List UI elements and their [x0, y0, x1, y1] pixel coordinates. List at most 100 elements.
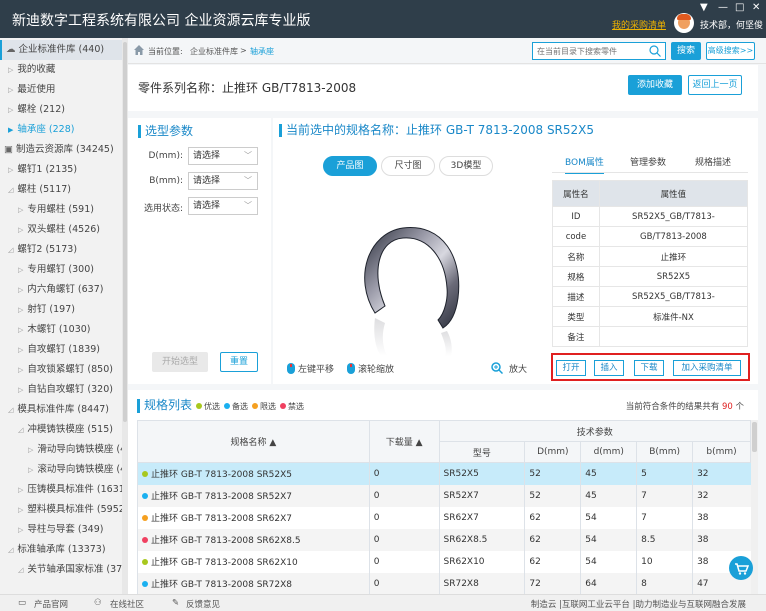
expand-icon[interactable]: ▷ [8, 60, 13, 80]
expand-icon[interactable]: ▷ [18, 380, 23, 400]
sidebar-item[interactable]: ▷ 压铸模具标准件 (1631 [0, 480, 122, 500]
purchase-list-link[interactable]: 我的采购清单 [612, 18, 666, 31]
sidebar-item[interactable]: ◿ 模具标准件库 (8447) [0, 400, 109, 420]
table-row[interactable]: 止推环 GB-T 7813-2008 SR62X7 0 SR62X7 62 54 7 38 [137, 506, 751, 529]
sidebar-item[interactable]: ▷ 双头螺柱 (4526) [0, 220, 100, 240]
table-row[interactable]: 止推环 GB-T 7813-2008 SR62X8.5 0 SR62X8.5 62 54… [137, 528, 751, 551]
expand-icon[interactable]: ▷ [28, 460, 33, 480]
tab-dimension-drawing[interactable]: 尺寸图 [381, 156, 435, 176]
sidebar-item[interactable]: ◿ 螺柱 (5117) [0, 180, 71, 200]
sidebar-item[interactable]: ▷ 我的收藏 [0, 60, 55, 80]
add-favorite-button[interactable]: 添加收藏 [628, 75, 682, 95]
tab-management-params[interactable]: 管理参数 [630, 155, 666, 168]
expand-icon[interactable]: ▷ [18, 340, 23, 360]
breadcrumb-root[interactable]: 企业标准件库 [190, 46, 238, 57]
feedback-link[interactable]: 反馈意见 [186, 598, 220, 610]
download-button[interactable]: 下载 [634, 360, 664, 376]
search-icon[interactable] [649, 45, 661, 57]
avatar[interactable] [674, 13, 694, 33]
close-icon[interactable]: ✕ [752, 2, 760, 13]
sidebar-item[interactable]: ▷ 自攻锁紧螺钉 (850) [0, 360, 113, 380]
community-link[interactable]: 在线社区 [110, 598, 144, 610]
username[interactable]: 技术部，何坚俊 [700, 18, 763, 31]
table-row[interactable]: 止推环 GB-T 7813-2008 SR72X8 0 SR72X8 72 64 8 47 [137, 572, 751, 595]
sidebar-item[interactable]: ▷ 自攻螺钉 (1839) [0, 340, 100, 360]
column-header-downloads[interactable]: 下载量 ▲ [368, 420, 440, 463]
sidebar-item[interactable]: ▷ 塑料模具标准件 (5952 [0, 500, 122, 520]
expand-icon[interactable]: ◿ [8, 400, 13, 420]
expand-icon[interactable]: ▷ [8, 100, 13, 120]
sidebar-item[interactable]: ▷ 螺钉1 (2135) [0, 160, 77, 180]
expand-icon[interactable]: ▷ [8, 160, 13, 180]
product-image[interactable] [343, 198, 493, 358]
search-input[interactable] [533, 43, 643, 59]
sidebar-item[interactable]: ▷ 螺栓 (212) [0, 100, 65, 120]
minimize-icon[interactable]: — [718, 2, 728, 13]
param-select-d[interactable]: 请选择 ﹀ [188, 147, 258, 165]
sidebar-item[interactable]: ▷ 滚动导向铸铁模座 (4 [0, 460, 122, 480]
spec-name-link[interactable]: 止推环 GB-T 7813-2008 SR62X10 [151, 558, 298, 568]
sidebar-item[interactable]: ▷ 专用螺柱 (591) [0, 200, 94, 220]
expand-icon[interactable]: ▷ [18, 200, 23, 220]
expand-icon[interactable]: ◿ [8, 540, 13, 560]
expand-icon[interactable]: ◿ [18, 420, 23, 440]
expand-icon[interactable]: ▷ [18, 500, 23, 520]
param-select-status[interactable]: 请选择 ﹀ [188, 197, 258, 215]
expand-icon[interactable]: ▷ [18, 320, 23, 340]
sidebar-item[interactable]: ◿ 冲模铸铁模座 (515) [0, 420, 113, 440]
tab-3d-model[interactable]: 3D模型 [439, 156, 493, 176]
product-site-link[interactable]: 产品官网 [34, 598, 68, 610]
spec-name-link[interactable]: 止推环 GB-T 7813-2008 SR72X8 [151, 580, 292, 590]
maximize-icon[interactable]: □ [735, 2, 744, 13]
sidebar-item[interactable]: ▷ 自钻自攻螺钉 (320) [0, 380, 113, 400]
expand-icon[interactable]: ▷ [18, 220, 23, 240]
param-select-b[interactable]: 请选择 ﹀ [188, 172, 258, 190]
sidebar-item[interactable]: ◿ 标准轴承库 (13373) [0, 540, 106, 560]
spec-name-link[interactable]: 止推环 GB-T 7813-2008 SR62X7 [151, 514, 292, 524]
tab-spec-description[interactable]: 规格描述 [695, 155, 731, 168]
sidebar-item[interactable]: ☁ 企业标准件库 (440) [0, 40, 122, 60]
reset-button[interactable]: 重置 [220, 352, 258, 372]
sidebar-item[interactable]: ▷ 专用螺钉 (300) [0, 260, 94, 280]
expand-icon[interactable]: ▷ [18, 300, 23, 320]
table-row[interactable]: 止推环 GB-T 7813-2008 SR52X7 0 SR52X7 52 45 7 32 [137, 484, 751, 507]
expand-icon[interactable]: ▷ [18, 480, 23, 500]
sidebar-item[interactable]: ▷ 内六角螺钉 (637) [0, 280, 103, 300]
start-selection-button[interactable]: 开始选型 [152, 352, 208, 372]
column-header-name[interactable]: 规格名称 ▲ [137, 420, 370, 463]
expand-icon[interactable]: ▷ [18, 260, 23, 280]
zoom-in-icon[interactable] [491, 362, 503, 374]
search-field[interactable] [532, 42, 666, 60]
sidebar-item[interactable]: ▷ 木螺钉 (1030) [0, 320, 91, 340]
sidebar-item[interactable]: ▶ 轴承座 (228) [0, 120, 74, 140]
sidebar-item[interactable]: ▣ 制造云资源库 (34245) [0, 140, 114, 160]
shopping-cart-button[interactable] [729, 556, 753, 580]
sidebar-item[interactable]: ◿ 螺钉2 (5173) [0, 240, 77, 260]
table-row[interactable]: 止推环 GB-T 7813-2008 SR62X10 0 SR62X10 62 54 10… [137, 550, 751, 573]
expand-icon[interactable]: ▷ [8, 80, 13, 100]
open-button[interactable]: 打开 [556, 360, 586, 376]
sidebar-item[interactable]: ▷ 导柱与导套 (349) [0, 520, 103, 540]
spec-name-link[interactable]: 止推环 GB-T 7813-2008 SR62X8.5 [151, 536, 301, 546]
expand-icon[interactable]: ◿ [18, 560, 23, 580]
table-row[interactable]: 止推环 GB-T 7813-2008 SR52X5 0 SR52X5 52 45 5 32 [137, 462, 751, 485]
spec-name-link[interactable]: 止推环 GB-T 7813-2008 SR52X5 [151, 470, 292, 480]
menu-icon[interactable]: ▼ [700, 2, 708, 13]
sidebar-item[interactable]: ▷ 射钉 (197) [0, 300, 75, 320]
sidebar-item[interactable]: ▷ 最近使用 [0, 80, 55, 100]
expand-icon[interactable]: ▷ [18, 520, 23, 540]
advanced-search-button[interactable]: 高级搜索>> [706, 42, 755, 60]
back-button[interactable]: 返回上一页 [688, 75, 742, 95]
sidebar-item[interactable]: ▷ 滑动导向铸铁模座 (4 [0, 440, 122, 460]
search-button[interactable]: 搜索 [671, 42, 701, 60]
expand-icon[interactable]: ◿ [8, 240, 13, 260]
tab-product-image[interactable]: 产品图 [323, 156, 377, 176]
spec-name-link[interactable]: 止推环 GB-T 7813-2008 SR52X7 [151, 492, 292, 502]
sidebar-item[interactable]: ◿ 关节轴承国家标准 (37 [0, 560, 122, 580]
expand-icon[interactable]: ▶ [8, 120, 13, 140]
insert-button[interactable]: 插入 [594, 360, 624, 376]
expand-icon[interactable]: ▷ [28, 440, 33, 460]
expand-icon[interactable]: ▷ [18, 360, 23, 380]
breadcrumb-current[interactable]: 轴承座 [250, 46, 274, 57]
add-to-purchase-list-button[interactable]: 加入采购清单 [673, 360, 741, 376]
